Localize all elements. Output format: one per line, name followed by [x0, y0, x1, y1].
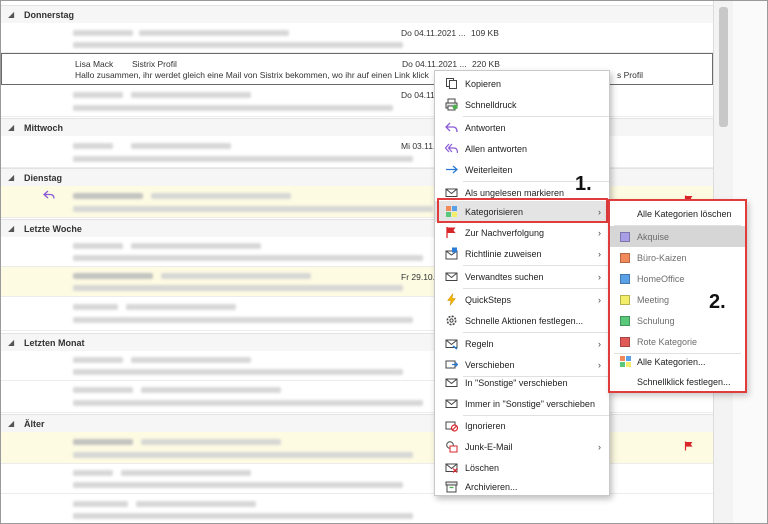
chevron-right-icon: › [598, 359, 601, 370]
group-header-donnerstag[interactable]: ◢ Donnerstag [1, 5, 713, 23]
rules-icon [445, 337, 458, 350]
chevron-down-icon: ◢ [8, 419, 15, 428]
envelope-search-icon [445, 270, 458, 283]
chevron-down-icon: ◢ [8, 123, 15, 132]
copy-icon [445, 77, 458, 90]
mail-row[interactable] [1, 494, 713, 523]
category-color-swatch [620, 316, 630, 326]
mail-subject: Sistrix Profil [132, 59, 177, 69]
submenu-item-akquise[interactable]: Akquise [610, 226, 745, 247]
forward-icon [445, 163, 458, 176]
chevron-right-icon: › [598, 294, 601, 305]
reply-all-icon [444, 142, 459, 155]
mail-size: 109 KB [471, 28, 499, 38]
group-label: Älter [24, 418, 45, 429]
mail-row[interactable]: Do 04.11.2021 ... 109 KB [1, 23, 713, 53]
highlight-box-kategorisieren [437, 198, 608, 223]
reply-icon [445, 121, 458, 134]
category-color-swatch [620, 232, 630, 242]
category-color-swatch [620, 295, 630, 305]
chevron-right-icon: › [598, 248, 601, 259]
mail-date: Mi 03.11. [401, 141, 436, 151]
menu-item-richtlinie-zuweisen[interactable]: Richtlinie zuweisen › [435, 243, 609, 264]
menu-item-allen-antworten[interactable]: Allen antworten [435, 138, 609, 159]
mail-date: Do 04.11.2021 ... [402, 59, 467, 69]
chevron-down-icon: ◢ [8, 173, 15, 182]
chevron-right-icon: › [598, 338, 601, 349]
menu-item-schnelle-aktionen[interactable]: Schnelle Aktionen festlegen... [435, 310, 609, 331]
chevron-down-icon: ◢ [8, 10, 15, 19]
menu-item-junk-e-mail[interactable]: Junk-E-Mail › [435, 436, 609, 457]
mail-sender: Lisa Mack [75, 59, 114, 69]
category-color-swatch [620, 253, 630, 263]
menu-item-verwandtes-suchen[interactable]: Verwandtes suchen › [435, 266, 609, 287]
menu-item-antworten[interactable]: Antworten [435, 117, 609, 138]
menu-item-schnelldruck[interactable]: Schnelldruck [435, 94, 609, 115]
menu-item-zur-nachverfolgung[interactable]: Zur Nachverfolgung › [435, 222, 609, 243]
mail-preview: Hallo zusammen, ihr werdet gleich eine M… [75, 70, 429, 80]
menu-item-immer-in-sonstige-verschieben[interactable]: Immer in "Sonstige" verschieben [435, 393, 609, 414]
submenu-item-homeoffice[interactable]: HomeOffice [610, 268, 745, 289]
categorize-submenu: Alle Kategorien löschen Akquise Büro-Kai… [608, 199, 747, 393]
ignore-icon [445, 419, 459, 432]
menu-item-archivieren[interactable]: Archivieren... [435, 476, 609, 497]
mail-size: 220 KB [472, 59, 500, 69]
chevron-right-icon: › [598, 271, 601, 282]
mail-date: Do 04.11.2021 ... [401, 28, 466, 38]
gear-icon [445, 314, 458, 327]
menu-item-kopieren[interactable]: Kopieren [435, 73, 609, 94]
envelope-icon [445, 376, 458, 389]
menu-item-loeschen[interactable]: Löschen [435, 457, 609, 478]
category-color-swatch [620, 274, 630, 284]
submenu-item-buero-kaizen[interactable]: Büro-Kaizen [610, 247, 745, 268]
chevron-right-icon: › [598, 441, 601, 452]
submenu-item-alle-kategorien-loeschen[interactable]: Alle Kategorien löschen [610, 203, 745, 224]
chevron-down-icon: ◢ [8, 338, 15, 347]
mail-date: Do 04.11. [401, 90, 438, 100]
menu-item-regeln[interactable]: Regeln › [435, 333, 609, 354]
archive-icon [445, 480, 458, 493]
submenu-item-rote-kategorie[interactable]: Rote Kategorie [610, 331, 745, 352]
flag-icon [445, 226, 458, 239]
group-label: Dienstag [24, 172, 63, 183]
scrollbar-thumb[interactable] [719, 7, 728, 127]
chevron-right-icon: › [598, 227, 601, 238]
group-label: Mittwoch [24, 122, 63, 133]
delete-icon [445, 461, 458, 474]
menu-item-ignorieren[interactable]: Ignorieren [435, 415, 609, 436]
group-label: Letzten Monat [24, 337, 85, 348]
lightning-icon [445, 293, 458, 306]
categorize-icon [619, 355, 632, 368]
policy-icon [445, 247, 458, 260]
print-icon [445, 98, 458, 111]
mail-date: Fr 29.10. [401, 272, 436, 282]
menu-item-quicksteps[interactable]: QuickSteps › [435, 289, 609, 310]
callout-step-1: 1. [575, 173, 592, 195]
chevron-down-icon: ◢ [8, 224, 15, 233]
group-label: Donnerstag [24, 9, 75, 20]
callout-step-2: 2. [709, 291, 726, 313]
envelope-icon [445, 397, 458, 410]
context-menu: Kopieren Schnelldruck Antworten Allen an… [434, 70, 610, 496]
category-color-swatch [620, 337, 630, 347]
outlook-window: ◢ Donnerstag Do 04.11.2021 ... 109 KB Li… [0, 0, 768, 524]
submenu-item-alle-kategorien[interactable]: Alle Kategorien... [610, 351, 745, 372]
flag-icon[interactable] [684, 441, 694, 451]
group-label: Letzte Woche [24, 223, 82, 234]
replied-icon [43, 189, 55, 201]
menu-item-in-sonstige-verschieben[interactable]: In "Sonstige" verschieben [435, 372, 609, 393]
submenu-item-schnellklick-festlegen[interactable]: Schnellklick festlegen... [610, 371, 745, 392]
junk-icon [445, 440, 458, 453]
move-icon [445, 358, 459, 371]
mail-preview-tail: s Profil [617, 70, 643, 80]
